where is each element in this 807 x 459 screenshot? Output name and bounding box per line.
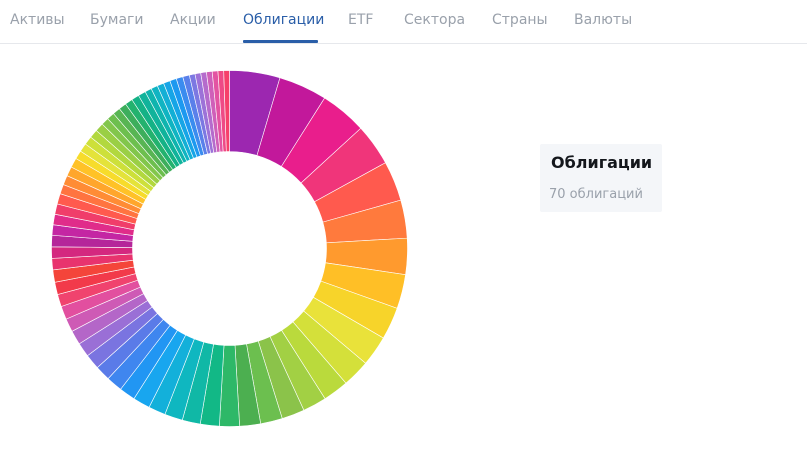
tab-currencies[interactable]: Валюты — [574, 12, 632, 28]
active-tab-indicator — [243, 40, 318, 43]
summary-title: Облигации — [551, 153, 653, 172]
tab-countries[interactable]: Страны — [492, 12, 548, 28]
summary-card: Облигации 70 облигаций — [540, 144, 662, 212]
tab-bar: Активы Бумаги Акции Облигации ETF Сектор… — [0, 0, 807, 44]
summary-count: 70 облигаций — [549, 187, 643, 202]
bonds-donut-chart — [51, 70, 408, 427]
tab-etf[interactable]: ETF — [348, 12, 373, 28]
tab-assets[interactable]: Активы — [10, 12, 65, 28]
tab-bonds[interactable]: Облигации — [243, 12, 324, 28]
tab-stocks[interactable]: Акции — [170, 12, 216, 28]
tab-securities[interactable]: Бумаги — [90, 12, 143, 28]
tab-sectors[interactable]: Сектора — [404, 12, 465, 28]
